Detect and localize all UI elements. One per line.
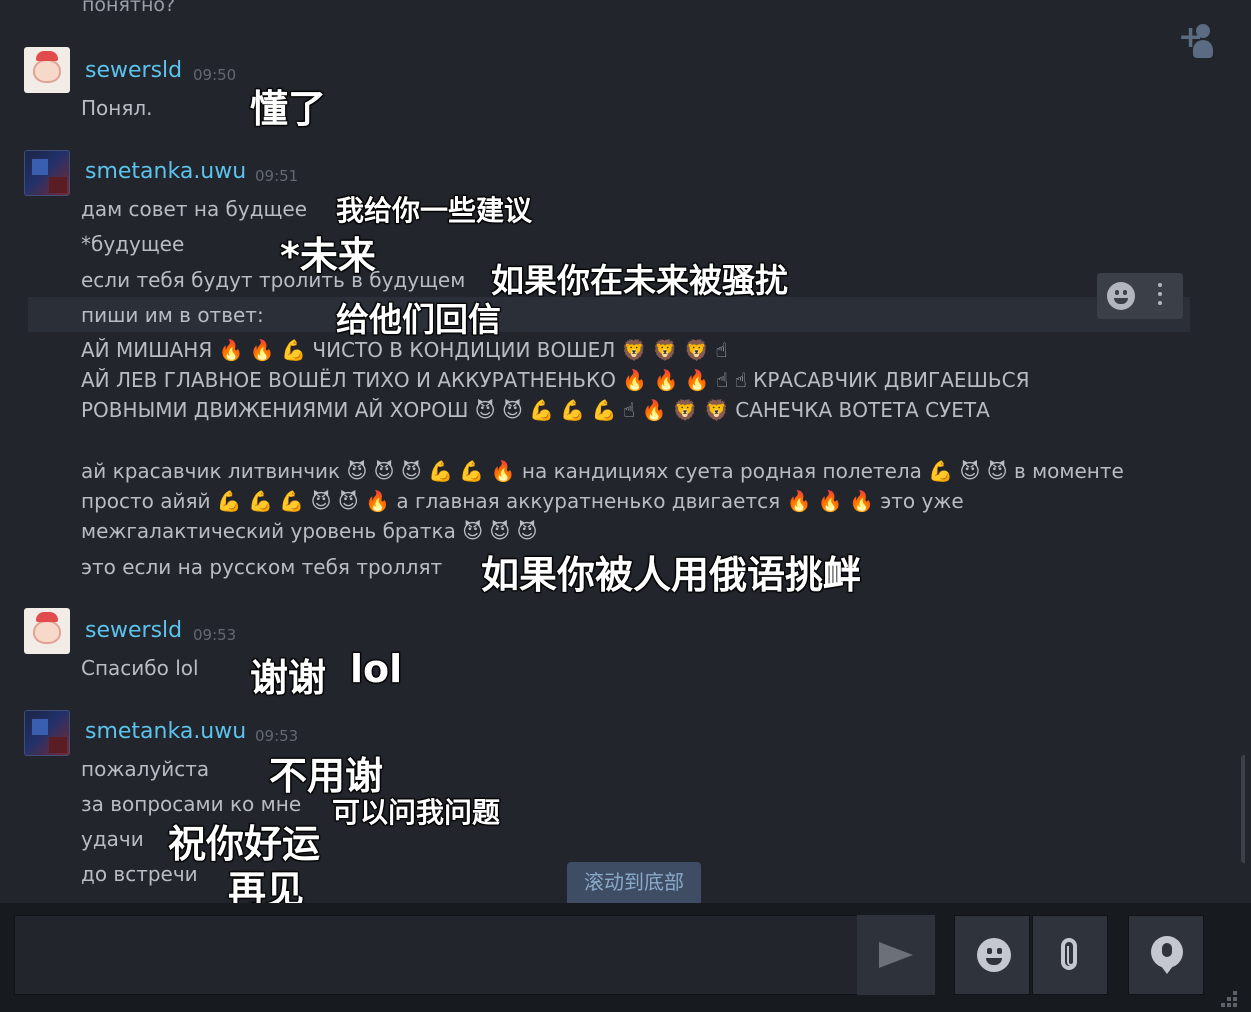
- message-line: просто айяй 💪 💪 💪 😈 😈 🔥 а главная аккура…: [81, 489, 964, 513]
- scroll-to-bottom-button[interactable]: 滚动到底部: [567, 862, 701, 903]
- paperclip-icon: [1061, 938, 1077, 970]
- timestamp: 09:51: [255, 167, 299, 185]
- message-line: АЙ МИШАНЯ 🔥 🔥 💪 ЧИСТО В КОНДИЦИИ ВОШЕЛ 🦁…: [81, 338, 728, 362]
- username[interactable]: smetanka.uwu: [85, 719, 246, 744]
- message-line: Понял.: [81, 96, 153, 120]
- translation-overlay: 谢谢: [250, 656, 327, 700]
- username[interactable]: smetanka.uwu: [85, 159, 246, 184]
- more-options-icon[interactable]: [1158, 283, 1162, 309]
- message-line: если тебя будут тролить в будущем: [81, 268, 466, 292]
- translation-overlay: 可以问我问题: [332, 796, 501, 829]
- message-line: ай красавчик литвинчик 😈 😈 😈 💪 💪 🔥 на ка…: [81, 459, 1124, 483]
- message-line: до встречи: [81, 862, 198, 886]
- message-line: Спасибо lol: [81, 656, 199, 680]
- timestamp: 09:50: [193, 66, 237, 84]
- react-emoji-icon[interactable]: [1107, 282, 1135, 310]
- message-line: *будущее: [81, 232, 185, 256]
- send-button[interactable]: [857, 915, 935, 995]
- attach-button[interactable]: [1032, 915, 1108, 995]
- message-line: РОВНЫМИ ДВИЖЕНИЯМИ АЙ ХОРОШ 😈 😈 💪 💪 💪 ☝ …: [81, 398, 990, 422]
- add-friend-icon[interactable]: +: [1178, 20, 1224, 60]
- username[interactable]: sewersld: [85, 618, 182, 643]
- message-line: дам совет на будщее: [81, 197, 307, 221]
- translation-overlay: 懂了: [250, 87, 327, 131]
- microphone-icon: [1151, 936, 1183, 968]
- partial-message-line: понятно?: [82, 0, 176, 16]
- message-actions[interactable]: [1097, 273, 1183, 319]
- message-line: пиши им в ответ:: [81, 303, 264, 327]
- avatar[interactable]: [24, 710, 70, 756]
- translation-overlay: 如果你在未来被骚扰: [491, 261, 788, 300]
- translation-overlay: 如果你被人用俄语挑衅: [481, 553, 862, 597]
- translation-overlay: 给他们回信: [336, 300, 501, 339]
- timestamp: 09:53: [255, 727, 299, 745]
- emoji-button[interactable]: [954, 915, 1030, 995]
- person-icon: [1193, 24, 1213, 58]
- message-line: АЙ ЛЕВ ГЛАВНОЕ ВОШЁЛ ТИХО И АККУРАТНЕНЬК…: [81, 368, 1030, 392]
- message-line: межгалактический уровень братка 😈 😈 😈: [81, 519, 538, 543]
- message-line: удачи: [81, 827, 144, 851]
- scrollbar-thumb[interactable]: [1241, 755, 1245, 863]
- voice-button[interactable]: [1128, 915, 1204, 995]
- timestamp: 09:53: [193, 626, 237, 644]
- avatar[interactable]: [24, 150, 70, 196]
- message-line: пожалуйста: [81, 757, 210, 781]
- smiley-icon: [977, 938, 1011, 972]
- message-input[interactable]: [14, 915, 935, 995]
- chat-history: понятно? + sewersld 09:50 Понял. 懂了 smet…: [6, 0, 1245, 903]
- avatar[interactable]: [24, 608, 70, 654]
- translation-overlay: 再见: [228, 868, 305, 903]
- message-line: это если на русском тебя троллят: [81, 555, 443, 579]
- resize-grip-icon[interactable]: [1217, 991, 1237, 1007]
- username[interactable]: sewersld: [85, 58, 182, 83]
- translation-overlay: 我给你一些建议: [336, 194, 533, 227]
- message-composer: [0, 903, 1251, 1012]
- avatar[interactable]: [24, 47, 70, 93]
- translation-overlay: lol: [350, 647, 403, 691]
